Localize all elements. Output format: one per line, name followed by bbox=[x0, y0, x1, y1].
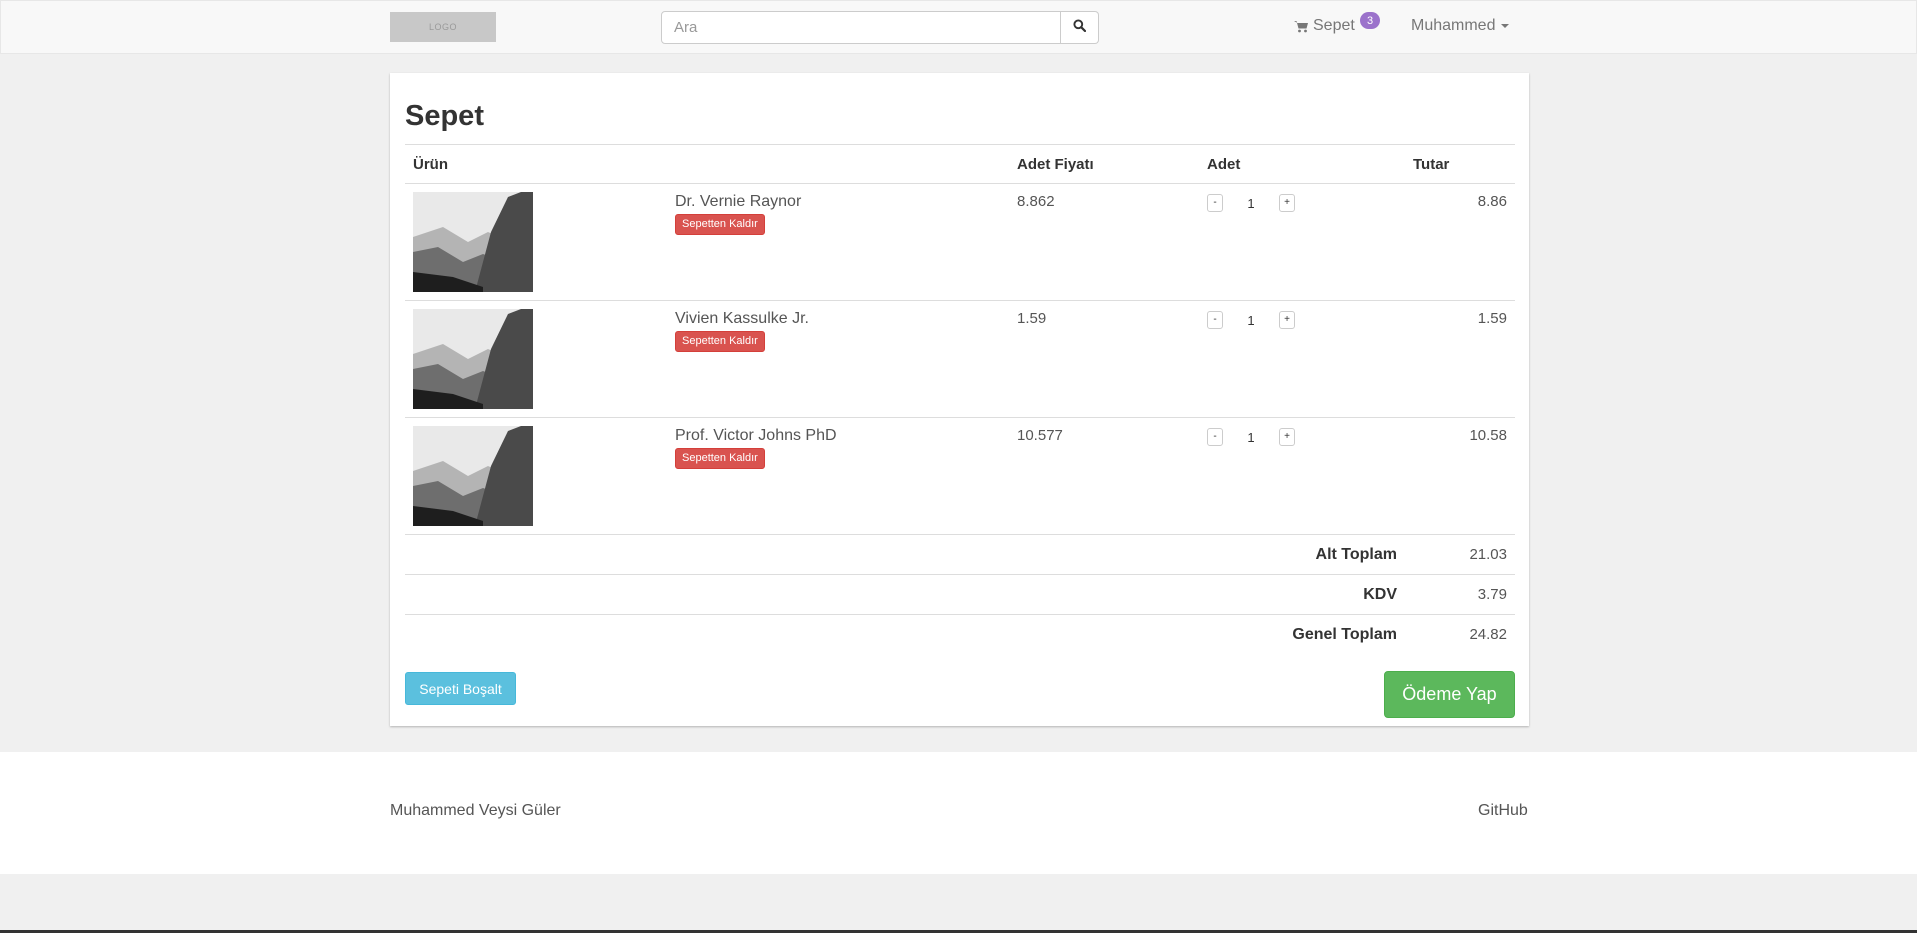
table-header-row: Ürün Adet Fiyatı Adet Tutar bbox=[405, 144, 1515, 184]
product-image[interactable] bbox=[413, 426, 533, 526]
unit-price: 10.577 bbox=[1009, 417, 1199, 535]
navbar: LOGO Sepet 3 Muhammed bbox=[0, 0, 1917, 54]
caret-down-icon bbox=[1501, 24, 1510, 28]
github-link[interactable]: GitHub bbox=[1478, 802, 1528, 820]
product-cell: Prof. Victor Johns PhD Sepetten Kaldır bbox=[667, 417, 1009, 535]
quantity-stepper: - 1 + bbox=[1207, 426, 1397, 448]
product-name[interactable]: Dr. Vernie Raynor bbox=[675, 192, 1001, 211]
quantity-stepper: - 1 + bbox=[1207, 309, 1397, 331]
header-amount: Tutar bbox=[1405, 144, 1515, 184]
decrease-quantity-button[interactable]: - bbox=[1207, 428, 1223, 446]
product-cell: Dr. Vernie Raynor Sepetten Kaldır bbox=[667, 183, 1009, 301]
cart-count-badge: 3 bbox=[1360, 12, 1380, 29]
quantity-cell: - 1 + bbox=[1199, 300, 1405, 418]
product-cell: Vivien Kassulke Jr. Sepetten Kaldır bbox=[667, 300, 1009, 418]
checkout-button[interactable]: Ödeme Yap bbox=[1384, 671, 1515, 718]
increase-quantity-button[interactable]: + bbox=[1279, 311, 1295, 329]
search-icon bbox=[1073, 18, 1087, 37]
subtotal-label: Alt Toplam bbox=[405, 534, 1405, 575]
table-row: Dr. Vernie Raynor Sepetten Kaldır 8.862 … bbox=[405, 183, 1515, 301]
remove-from-cart-button[interactable]: Sepetten Kaldır bbox=[675, 331, 765, 352]
search-button[interactable] bbox=[1061, 11, 1099, 44]
product-name[interactable]: Prof. Victor Johns PhD bbox=[675, 426, 1001, 445]
product-image[interactable] bbox=[413, 309, 533, 409]
quantity-cell: - 1 + bbox=[1199, 183, 1405, 301]
thumb-cell bbox=[405, 300, 667, 418]
decrease-quantity-button[interactable]: - bbox=[1207, 311, 1223, 329]
tax-label: KDV bbox=[405, 574, 1405, 615]
product-name[interactable]: Vivien Kassulke Jr. bbox=[675, 309, 1001, 328]
search-input[interactable] bbox=[661, 11, 1061, 44]
total-value: 24.82 bbox=[1405, 614, 1515, 654]
quantity-value: 1 bbox=[1247, 195, 1255, 211]
unit-price: 8.862 bbox=[1009, 183, 1199, 301]
user-name: Muhammed bbox=[1411, 17, 1496, 34]
decrease-quantity-button[interactable]: - bbox=[1207, 194, 1223, 212]
subtotal-row: Alt Toplam 21.03 bbox=[405, 534, 1515, 575]
remove-from-cart-button[interactable]: Sepetten Kaldır bbox=[675, 448, 765, 469]
increase-quantity-button[interactable]: + bbox=[1279, 428, 1295, 446]
header-product: Ürün bbox=[405, 144, 667, 184]
line-amount: 8.86 bbox=[1405, 183, 1515, 301]
header-quantity: Adet bbox=[1199, 144, 1405, 184]
quantity-stepper: - 1 + bbox=[1207, 192, 1397, 214]
remove-from-cart-button[interactable]: Sepetten Kaldır bbox=[675, 214, 765, 235]
user-dropdown[interactable]: Muhammed bbox=[1411, 17, 1510, 35]
cart-panel: Sepet Ürün Adet Fiyatı Adet Tutar Dr. Ve… bbox=[390, 73, 1529, 726]
thumb-cell bbox=[405, 417, 667, 535]
footer: Muhammed Veysi Güler GitHub bbox=[0, 752, 1917, 874]
quantity-value: 1 bbox=[1247, 429, 1255, 445]
quantity-cell: - 1 + bbox=[1199, 417, 1405, 535]
cart-link[interactable]: Sepet 3 bbox=[1294, 12, 1380, 35]
quantity-value: 1 bbox=[1247, 312, 1255, 328]
footer-author: Muhammed Veysi Güler bbox=[390, 802, 561, 819]
header-unit-price: Adet Fiyatı bbox=[1009, 144, 1199, 184]
increase-quantity-button[interactable]: + bbox=[1279, 194, 1295, 212]
unit-price: 1.59 bbox=[1009, 300, 1199, 418]
logo[interactable]: LOGO bbox=[390, 12, 496, 42]
empty-cart-button[interactable]: Sepeti Boşalt bbox=[405, 672, 516, 705]
thumb-cell bbox=[405, 183, 667, 301]
table-row: Prof. Victor Johns PhD Sepetten Kaldır 1… bbox=[405, 417, 1515, 535]
shopping-cart-icon bbox=[1294, 20, 1309, 33]
tax-value: 3.79 bbox=[1405, 574, 1515, 615]
header-empty bbox=[667, 144, 1009, 184]
search-form bbox=[661, 11, 1099, 44]
page-title: Sepet bbox=[405, 100, 484, 132]
cart-label: Sepet bbox=[1313, 17, 1355, 34]
total-label: Genel Toplam bbox=[405, 614, 1405, 654]
tax-row: KDV 3.79 bbox=[405, 574, 1515, 615]
cart-table: Ürün Adet Fiyatı Adet Tutar Dr. Vernie R… bbox=[405, 144, 1515, 654]
product-image[interactable] bbox=[413, 192, 533, 292]
table-row: Vivien Kassulke Jr. Sepetten Kaldır 1.59… bbox=[405, 300, 1515, 418]
total-row: Genel Toplam 24.82 bbox=[405, 614, 1515, 654]
line-amount: 10.58 bbox=[1405, 417, 1515, 535]
subtotal-value: 21.03 bbox=[1405, 534, 1515, 575]
line-amount: 1.59 bbox=[1405, 300, 1515, 418]
